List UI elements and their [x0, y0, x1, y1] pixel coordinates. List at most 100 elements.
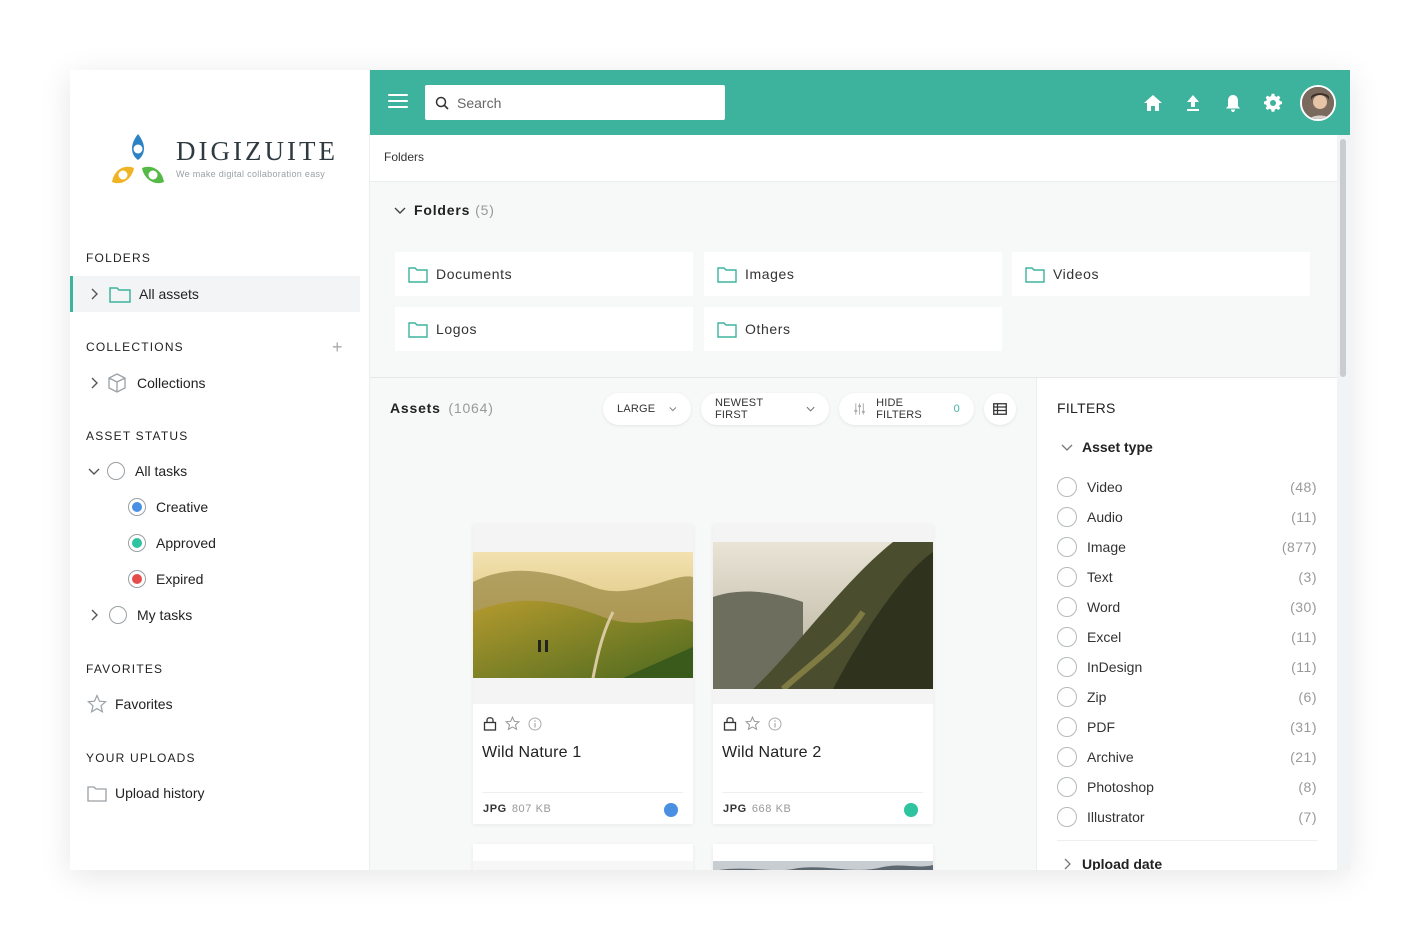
- filter-radio[interactable]: [1057, 777, 1077, 797]
- filter-radio[interactable]: [1057, 477, 1077, 497]
- hide-filters-button[interactable]: HIDE FILTERS 0: [839, 393, 974, 425]
- user-avatar[interactable]: [1300, 85, 1336, 121]
- filter-option-archive[interactable]: Archive (21): [1057, 742, 1317, 772]
- search-input[interactable]: [457, 94, 697, 111]
- info-icon[interactable]: [768, 717, 782, 731]
- filter-option-zip[interactable]: Zip (6): [1057, 682, 1317, 712]
- filter-option-label: Zip: [1087, 689, 1107, 705]
- sidebar-item-collections[interactable]: Collections: [70, 365, 360, 401]
- asset-card[interactable]: Wild Nature 1 JPG 807 KB: [473, 524, 693, 824]
- sidebar-item-label: Expired: [156, 571, 204, 587]
- upload-icon[interactable]: [1182, 92, 1204, 114]
- breadcrumb-item[interactable]: Folders: [384, 150, 424, 164]
- folder-card-documents[interactable]: Documents: [395, 252, 693, 296]
- my-tasks-radio[interactable]: [109, 606, 127, 624]
- brand-logo[interactable]: DIGIZUITE We make digital collaboration …: [108, 132, 348, 190]
- avatar-photo: [1302, 87, 1334, 119]
- chevron-down-icon[interactable]: [394, 206, 406, 214]
- filter-option-pdf[interactable]: PDF (31): [1057, 712, 1317, 742]
- asset-thumbnail[interactable]: [473, 861, 693, 870]
- sidebar-item-expired[interactable]: Expired: [70, 561, 360, 597]
- add-collection-button[interactable]: +: [332, 338, 343, 356]
- filter-radio[interactable]: [1057, 627, 1077, 647]
- star-icon[interactable]: [745, 716, 760, 731]
- filter-radio[interactable]: [1057, 717, 1077, 737]
- filter-option-word[interactable]: Word (30): [1057, 592, 1317, 622]
- chevron-down-icon[interactable]: [1061, 443, 1073, 451]
- chevron-down-icon: [669, 407, 677, 412]
- filter-option-excel[interactable]: Excel (11): [1057, 622, 1317, 652]
- folder-card-others[interactable]: Others: [704, 307, 1002, 351]
- home-icon[interactable]: [1142, 92, 1164, 114]
- status-badge: [904, 803, 918, 817]
- uploads-section-title: YOUR UPLOADS: [86, 751, 196, 765]
- asset-card[interactable]: [473, 844, 693, 870]
- filter-radio[interactable]: [1057, 597, 1077, 617]
- gear-icon[interactable]: [1262, 92, 1284, 114]
- creative-radio[interactable]: [128, 498, 146, 516]
- sidebar-item-approved[interactable]: Approved: [70, 525, 360, 561]
- folder-icon: [717, 266, 737, 283]
- chevron-down-icon[interactable]: [87, 464, 101, 478]
- filter-option-indesign[interactable]: InDesign (11): [1057, 652, 1317, 682]
- asset-title[interactable]: Wild Nature 1: [482, 744, 582, 762]
- filter-divider: [1057, 840, 1317, 841]
- scrollbar-thumb[interactable]: [1340, 139, 1346, 377]
- asset-thumbnail[interactable]: [713, 524, 933, 704]
- star-icon[interactable]: [505, 716, 520, 731]
- filter-radio[interactable]: [1057, 657, 1077, 677]
- sort-dropdown[interactable]: NEWEST FIRST: [701, 393, 829, 425]
- sidebar-item-label: All tasks: [135, 463, 188, 479]
- lock-icon[interactable]: [483, 716, 497, 731]
- sidebar-item-all-assets[interactable]: All assets: [70, 276, 360, 312]
- asset-card[interactable]: Wild Nature 2 JPG 668 KB: [713, 524, 933, 824]
- lock-icon[interactable]: [723, 716, 737, 731]
- filter-radio[interactable]: [1057, 747, 1077, 767]
- assets-header: Assets (1064): [390, 400, 494, 416]
- filter-option-count: (11): [1291, 509, 1317, 525]
- filter-option-illustrator[interactable]: Illustrator (7): [1057, 802, 1317, 832]
- active-filters-count: 0: [953, 403, 960, 415]
- filter-option-text[interactable]: Text (3): [1057, 562, 1317, 592]
- asset-thumbnail[interactable]: [473, 524, 693, 704]
- folder-card-images[interactable]: Images: [704, 252, 1002, 296]
- all-tasks-radio[interactable]: [107, 462, 125, 480]
- table-view-button[interactable]: [984, 393, 1016, 425]
- sidebar-item-my-tasks[interactable]: My tasks: [70, 597, 360, 633]
- folders-panel-header[interactable]: Folders (5): [394, 202, 495, 218]
- bell-icon[interactable]: [1222, 92, 1244, 114]
- filter-option-audio[interactable]: Audio (11): [1057, 502, 1317, 532]
- filter-radio[interactable]: [1057, 687, 1077, 707]
- filter-radio[interactable]: [1057, 807, 1077, 827]
- asset-card[interactable]: [713, 844, 933, 870]
- filter-radio[interactable]: [1057, 567, 1077, 587]
- filter-group-upload-date[interactable]: Upload date: [1061, 856, 1162, 870]
- expired-radio[interactable]: [128, 570, 146, 588]
- sidebar-item-all-tasks[interactable]: All tasks: [70, 453, 360, 489]
- chevron-right-icon[interactable]: [87, 287, 101, 301]
- filter-group-asset-type[interactable]: Asset type: [1061, 439, 1153, 455]
- filter-option-image[interactable]: Image (877): [1057, 532, 1317, 562]
- folder-icon: [408, 321, 428, 338]
- size-dropdown[interactable]: LARGE: [603, 393, 691, 425]
- sidebar-item-creative[interactable]: Creative: [70, 489, 360, 525]
- asset-meta: JPG 668 KB: [723, 792, 923, 824]
- chevron-right-icon[interactable]: [87, 608, 101, 622]
- info-icon[interactable]: [528, 717, 542, 731]
- asset-thumbnail[interactable]: [713, 861, 933, 870]
- menu-icon[interactable]: [388, 94, 408, 110]
- main-scrollbar[interactable]: [1337, 135, 1350, 870]
- filter-option-video[interactable]: Video (48): [1057, 472, 1317, 502]
- folder-card-videos[interactable]: Videos: [1012, 252, 1310, 296]
- filter-radio[interactable]: [1057, 537, 1077, 557]
- folder-card-logos[interactable]: Logos: [395, 307, 693, 351]
- asset-title[interactable]: Wild Nature 2: [722, 744, 822, 762]
- filter-option-photoshop[interactable]: Photoshop (8): [1057, 772, 1317, 802]
- filter-radio[interactable]: [1057, 507, 1077, 527]
- approved-radio[interactable]: [128, 534, 146, 552]
- chevron-right-icon[interactable]: [87, 376, 101, 390]
- sidebar-item-upload-history[interactable]: Upload history: [70, 775, 360, 811]
- chevron-right-icon[interactable]: [1063, 858, 1071, 870]
- sidebar-item-favorites[interactable]: Favorites: [70, 686, 360, 722]
- search-box[interactable]: [425, 85, 725, 120]
